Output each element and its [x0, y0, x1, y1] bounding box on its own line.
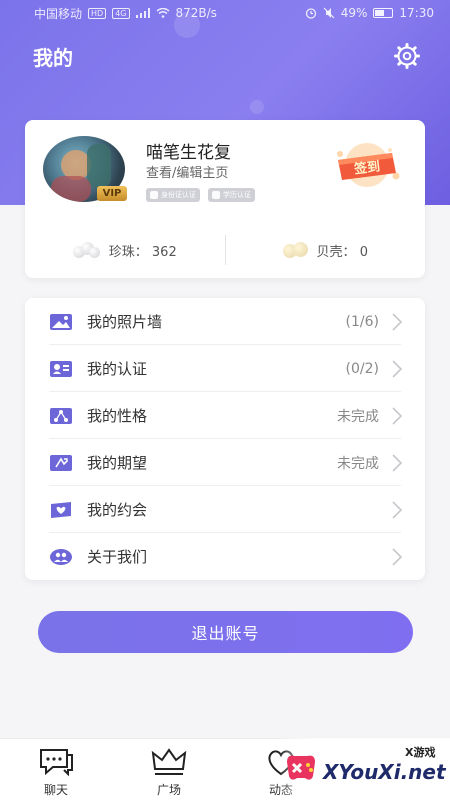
mute-icon: [323, 7, 335, 19]
tab-label: 广场: [156, 783, 181, 797]
wifi-icon: [156, 8, 169, 18]
menu-item-date[interactable]: 我的约会: [25, 486, 425, 533]
watermark-small-text: X游戏: [405, 746, 436, 759]
page-title: 我的: [33, 46, 73, 70]
menu-item-value: 未完成: [337, 455, 379, 472]
network-badge: 4G: [112, 7, 130, 19]
about-us-icon: [50, 548, 72, 565]
profile-card: VIP 喵笔生花复 查看/编辑主页 身份证认证 学历认证 签到 珍珠： 362 …: [25, 120, 425, 278]
stats-row: 珍珠： 362 贝壳： 0: [25, 230, 425, 270]
chevron-right-icon: [392, 406, 403, 425]
clock: 17:30: [399, 6, 434, 20]
menu-item-label: 关于我们: [87, 548, 148, 566]
menu-item-certification[interactable]: 我的认证 (0/2): [25, 345, 425, 392]
status-bar: 中国移动 HD 4G 872B/s 49% 17:30: [0, 0, 450, 26]
menu-item-label: 我的性格: [87, 407, 148, 425]
education-verified-badge: 学历认证: [208, 188, 255, 202]
chevron-right-icon: [392, 500, 403, 519]
expectation-icon: [50, 454, 72, 471]
personality-icon: [50, 407, 72, 424]
alarm-icon: [305, 8, 316, 19]
shell-value: 0: [359, 244, 368, 260]
menu-list: 我的照片墙 (1/6) 我的认证 (0/2) 我的性格 未完成 我的期望 未完成…: [25, 298, 425, 580]
menu-item-expectation[interactable]: 我的期望 未完成: [25, 439, 425, 486]
menu-item-value: (1/6): [345, 313, 379, 330]
pearl-icon: [72, 240, 101, 260]
tab-square[interactable]: 广场: [139, 747, 199, 798]
menu-item-label: 我的认证: [87, 360, 148, 378]
battery-percent: 49%: [340, 6, 368, 20]
watermark-text: XYouXi.net: [323, 760, 446, 784]
certification-icon: [50, 360, 72, 377]
menu-item-label: 我的期望: [87, 454, 148, 472]
network-speed: 872B/s: [175, 6, 217, 20]
edit-profile-link[interactable]: 查看/编辑主页: [146, 162, 228, 181]
decorative-bubble: [250, 100, 264, 114]
game-controller-logo-icon: [287, 755, 315, 780]
chat-icon: [40, 749, 73, 777]
tab-label: 聊天: [43, 783, 68, 797]
pearl-label: 珍珠：: [108, 244, 148, 260]
crown-icon: [151, 748, 187, 775]
shell-icon: [282, 240, 309, 260]
battery-icon: [373, 8, 394, 18]
pearl-value: 362: [151, 244, 177, 260]
carrier-name: 中国移动: [34, 6, 83, 21]
id-verified-badge: 身份证认证: [146, 188, 200, 202]
graduation-cap-icon: [212, 191, 220, 199]
menu-item-photo-wall[interactable]: 我的照片墙 (1/6): [25, 298, 425, 345]
pearl-stat[interactable]: 珍珠： 362: [25, 240, 225, 260]
logout-button[interactable]: 退出账号: [38, 611, 413, 653]
tab-chat[interactable]: 聊天: [26, 747, 86, 798]
menu-item-label: 我的照片墙: [87, 313, 163, 331]
shell-stat[interactable]: 贝壳： 0: [226, 240, 426, 260]
hd-badge: HD: [88, 7, 107, 19]
date-icon: [51, 501, 71, 518]
photo-wall-icon: [50, 313, 72, 330]
chevron-right-icon: [392, 547, 403, 566]
menu-item-label: 我的约会: [87, 501, 148, 519]
menu-item-personality[interactable]: 我的性格 未完成: [25, 392, 425, 439]
id-card-icon: [150, 191, 158, 199]
menu-item-value: (0/2): [345, 360, 379, 377]
chevron-right-icon: [392, 312, 403, 331]
vip-badge: VIP: [97, 186, 127, 201]
menu-item-value: 未完成: [337, 408, 379, 425]
checkin-button[interactable]: 签到: [330, 140, 405, 190]
checkin-label: 签到: [352, 158, 381, 177]
gear-icon[interactable]: [393, 42, 421, 70]
menu-item-about-us[interactable]: 关于我们: [25, 533, 425, 580]
signal-icon: [135, 8, 150, 18]
shell-label: 贝壳：: [316, 244, 356, 260]
chevron-right-icon: [392, 359, 403, 378]
chevron-right-icon: [392, 453, 403, 472]
username: 喵笔生花复: [146, 143, 231, 163]
